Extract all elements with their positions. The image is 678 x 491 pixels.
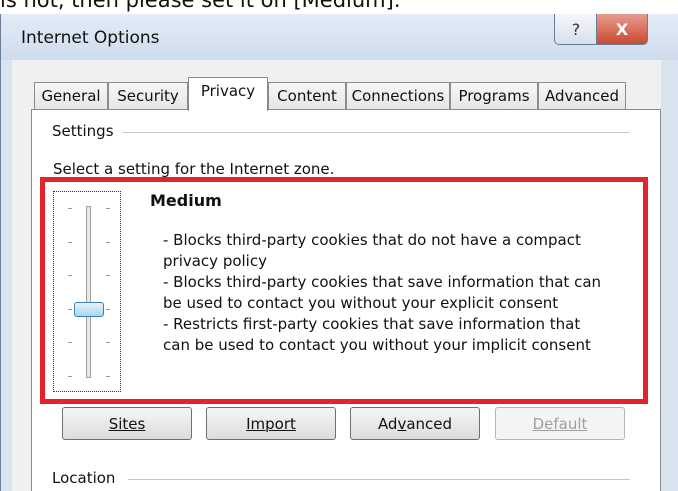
settings-divider (120, 132, 630, 133)
tab-content[interactable]: Content (268, 82, 346, 109)
import-button[interactable]: Import (206, 407, 336, 440)
tab-security[interactable]: Security (108, 82, 188, 109)
location-divider (128, 479, 630, 480)
tab-advanced[interactable]: Advanced (538, 82, 626, 109)
advanced-button[interactable]: Advanced (350, 407, 480, 440)
default-button[interactable]: Default (495, 407, 625, 440)
help-button[interactable]: ? (554, 14, 598, 45)
tab-connections[interactable]: Connections (346, 82, 450, 109)
tab-general[interactable]: General (34, 82, 108, 109)
highlight-box (40, 177, 648, 404)
help-icon: ? (571, 19, 581, 39)
close-icon: X (615, 19, 629, 39)
zone-instruction-text: Select a setting for the Internet zone. (53, 160, 335, 178)
tab-privacy[interactable]: Privacy (188, 77, 268, 111)
window-title: Internet Options (21, 28, 160, 48)
location-group-label: Location (52, 469, 124, 487)
close-button[interactable]: X (596, 14, 648, 45)
settings-group-label: Settings (52, 122, 122, 140)
tab-programs[interactable]: Programs (450, 82, 538, 109)
title-bar: Internet Options ? X (1, 14, 678, 60)
sites-button[interactable]: Sites (62, 407, 192, 440)
